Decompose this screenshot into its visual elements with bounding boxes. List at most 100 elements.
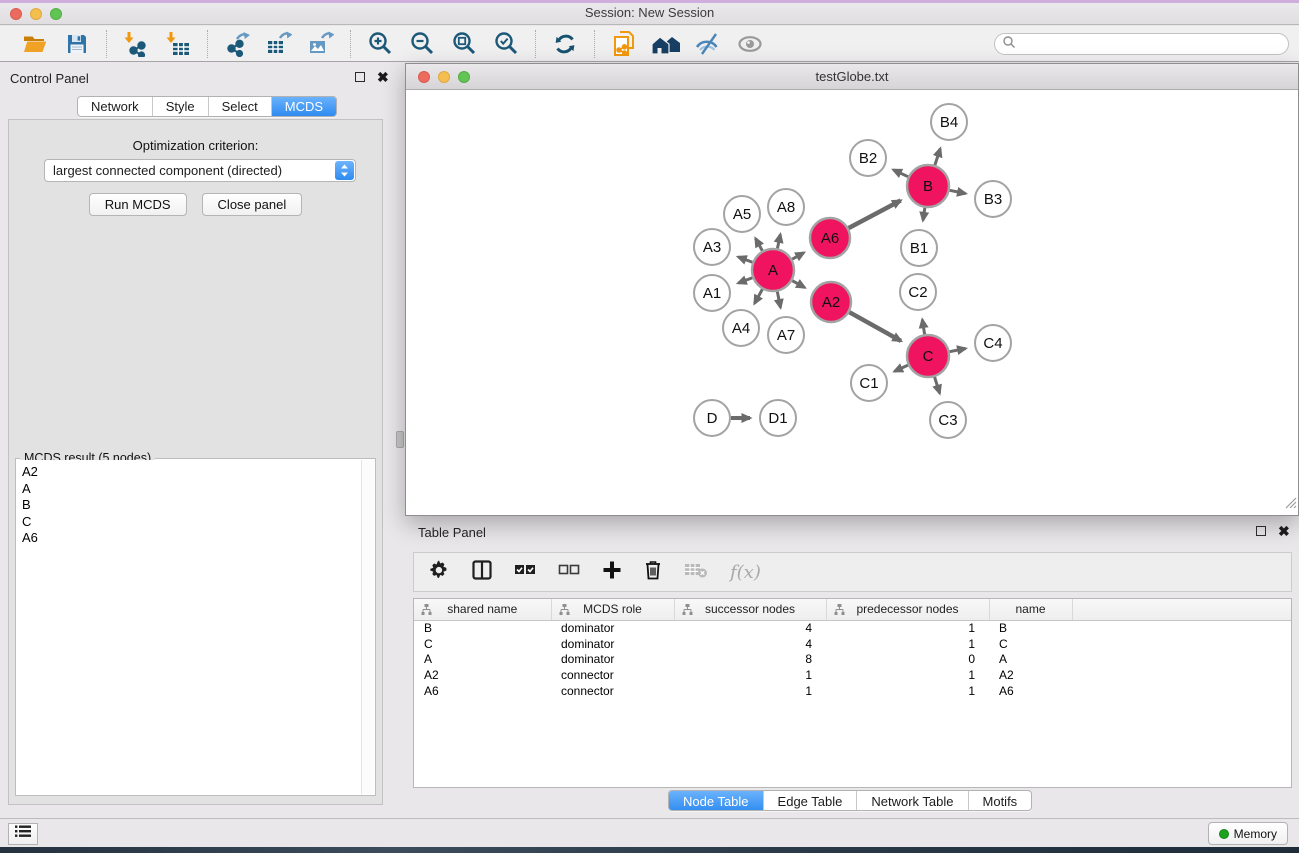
criterion-select[interactable]: largest connected component (directed) — [44, 159, 356, 182]
edge-A-A1[interactable] — [738, 278, 752, 283]
hide-selected-button[interactable] — [693, 30, 723, 58]
table-row[interactable]: A6connector11A6 — [414, 683, 1291, 699]
result-list-scrollbar[interactable] — [361, 460, 374, 794]
zoom-selected-button[interactable] — [491, 30, 521, 58]
node-A7[interactable]: A7 — [768, 317, 804, 353]
deselect-all-button[interactable] — [558, 559, 580, 585]
select-all-button[interactable] — [514, 559, 536, 585]
column-header-predecessor-nodes[interactable]: predecessor nodes — [826, 599, 989, 620]
refresh-view-button[interactable] — [550, 30, 580, 58]
edge-B-B2[interactable] — [893, 170, 908, 177]
tab-node-table[interactable]: Node Table — [669, 791, 763, 811]
new-network-from-selection-button[interactable] — [609, 30, 639, 58]
zoom-out-button[interactable] — [407, 30, 437, 58]
zoom-in-button[interactable] — [365, 30, 395, 58]
node-A[interactable]: A — [752, 249, 794, 291]
edge-A2-C[interactable] — [849, 312, 901, 341]
export-table-button[interactable] — [264, 30, 294, 58]
table-row[interactable]: Cdominator41C — [414, 636, 1291, 652]
import-network-button[interactable] — [121, 30, 151, 58]
network-window-titlebar[interactable]: testGlobe.txt — [406, 64, 1298, 90]
edge-C-C3[interactable] — [935, 377, 940, 393]
edge-A-A5[interactable] — [756, 238, 763, 250]
node-C2[interactable]: C2 — [900, 274, 936, 310]
close-panel-button[interactable]: Close panel — [202, 193, 303, 216]
node-B[interactable]: B — [907, 165, 949, 207]
vertical-splitter-grip[interactable] — [396, 431, 404, 448]
edge-B-B3[interactable] — [950, 190, 966, 193]
table-settings-button[interactable] — [428, 559, 450, 585]
show-panels-button[interactable] — [8, 823, 38, 845]
import-table-button[interactable] — [163, 30, 193, 58]
node-B3[interactable]: B3 — [975, 181, 1011, 217]
open-file-button[interactable] — [20, 30, 50, 58]
edge-A-A4[interactable] — [755, 289, 763, 303]
mcds-result-item[interactable]: B — [17, 497, 361, 514]
table-row[interactable]: Bdominator41B — [414, 620, 1291, 636]
tab-motifs[interactable]: Motifs — [968, 791, 1032, 811]
node-C3[interactable]: C3 — [930, 402, 966, 438]
node-C1[interactable]: C1 — [851, 365, 887, 401]
edge-C-C2[interactable] — [922, 320, 924, 335]
tab-network-table[interactable]: Network Table — [856, 791, 967, 811]
mcds-result-item[interactable]: A6 — [17, 530, 361, 547]
node-A1[interactable]: A1 — [694, 275, 730, 311]
search-input[interactable] — [1016, 35, 1288, 53]
node-A4[interactable]: A4 — [723, 310, 759, 346]
column-header-successor-nodes[interactable]: successor nodes — [674, 599, 826, 620]
node-D1[interactable]: D1 — [760, 400, 796, 436]
save-session-button[interactable] — [62, 30, 92, 58]
mcds-result-item[interactable]: C — [17, 514, 361, 531]
node-A5[interactable]: A5 — [724, 196, 760, 232]
edge-A-A3[interactable] — [738, 257, 752, 262]
node-A8[interactable]: A8 — [768, 189, 804, 225]
edge-C-C1[interactable] — [894, 365, 908, 371]
mcds-result-list[interactable]: A2ABCA6 — [17, 460, 361, 794]
edge-A-A2[interactable] — [792, 281, 804, 288]
show-all-button[interactable] — [735, 30, 765, 58]
zoom-fit-button[interactable] — [449, 30, 479, 58]
node-B2[interactable]: B2 — [850, 140, 886, 176]
mcds-result-item[interactable]: A — [17, 481, 361, 498]
node-A2[interactable]: A2 — [811, 282, 851, 322]
node-A6[interactable]: A6 — [810, 218, 850, 258]
close-table-panel-icon[interactable]: ✖ — [1278, 526, 1290, 536]
node-C4[interactable]: C4 — [975, 325, 1011, 361]
run-mcds-button[interactable]: Run MCDS — [89, 193, 187, 216]
network-canvas[interactable]: B4 B2 B B3 A5A8A6 A3 B1 A A1 C2 A2 A4A7 C4 C C1 C3 D D1 — [406, 90, 1298, 515]
tab-network[interactable]: Network — [78, 97, 152, 116]
column-header-shared-name[interactable]: shared name — [414, 599, 551, 620]
node-A3[interactable]: A3 — [694, 229, 730, 265]
edge-B-B1[interactable] — [923, 208, 925, 221]
mcds-result-item[interactable]: A2 — [17, 464, 361, 481]
edge-A-A8[interactable] — [777, 234, 780, 248]
memory-button[interactable]: Memory — [1208, 822, 1288, 845]
first-neighbors-button[interactable] — [651, 30, 681, 58]
tab-edge-table[interactable]: Edge Table — [763, 791, 857, 811]
add-column-button[interactable] — [602, 559, 622, 585]
node-D[interactable]: D — [694, 400, 730, 436]
tab-mcds[interactable]: MCDS — [271, 97, 336, 116]
window-resize-grip[interactable] — [1285, 496, 1297, 514]
close-panel-icon[interactable]: ✖ — [377, 72, 389, 82]
column-header-name[interactable]: name — [989, 599, 1072, 620]
edge-B-B4[interactable] — [935, 149, 940, 165]
float-table-panel-icon[interactable] — [1256, 526, 1266, 536]
edge-A-A6[interactable] — [792, 253, 804, 260]
node-B4[interactable]: B4 — [931, 104, 967, 140]
tab-style[interactable]: Style — [152, 97, 208, 116]
table-row[interactable]: A2connector11A2 — [414, 667, 1291, 683]
edge-A6-B[interactable] — [849, 201, 901, 229]
delete-column-button[interactable] — [644, 559, 662, 585]
tab-select[interactable]: Select — [208, 97, 271, 116]
table-row[interactable]: Adominator80A — [414, 652, 1291, 668]
export-image-button[interactable] — [306, 30, 336, 58]
node-B1[interactable]: B1 — [901, 230, 937, 266]
column-header-MCDS-role[interactable]: MCDS role — [551, 599, 674, 620]
float-panel-icon[interactable] — [355, 72, 365, 82]
column-visibility-button[interactable] — [472, 559, 492, 585]
export-network-button[interactable] — [222, 30, 252, 58]
edge-C-C4[interactable] — [950, 348, 966, 351]
edge-A-A7[interactable] — [777, 292, 780, 308]
node-C[interactable]: C — [907, 335, 949, 377]
